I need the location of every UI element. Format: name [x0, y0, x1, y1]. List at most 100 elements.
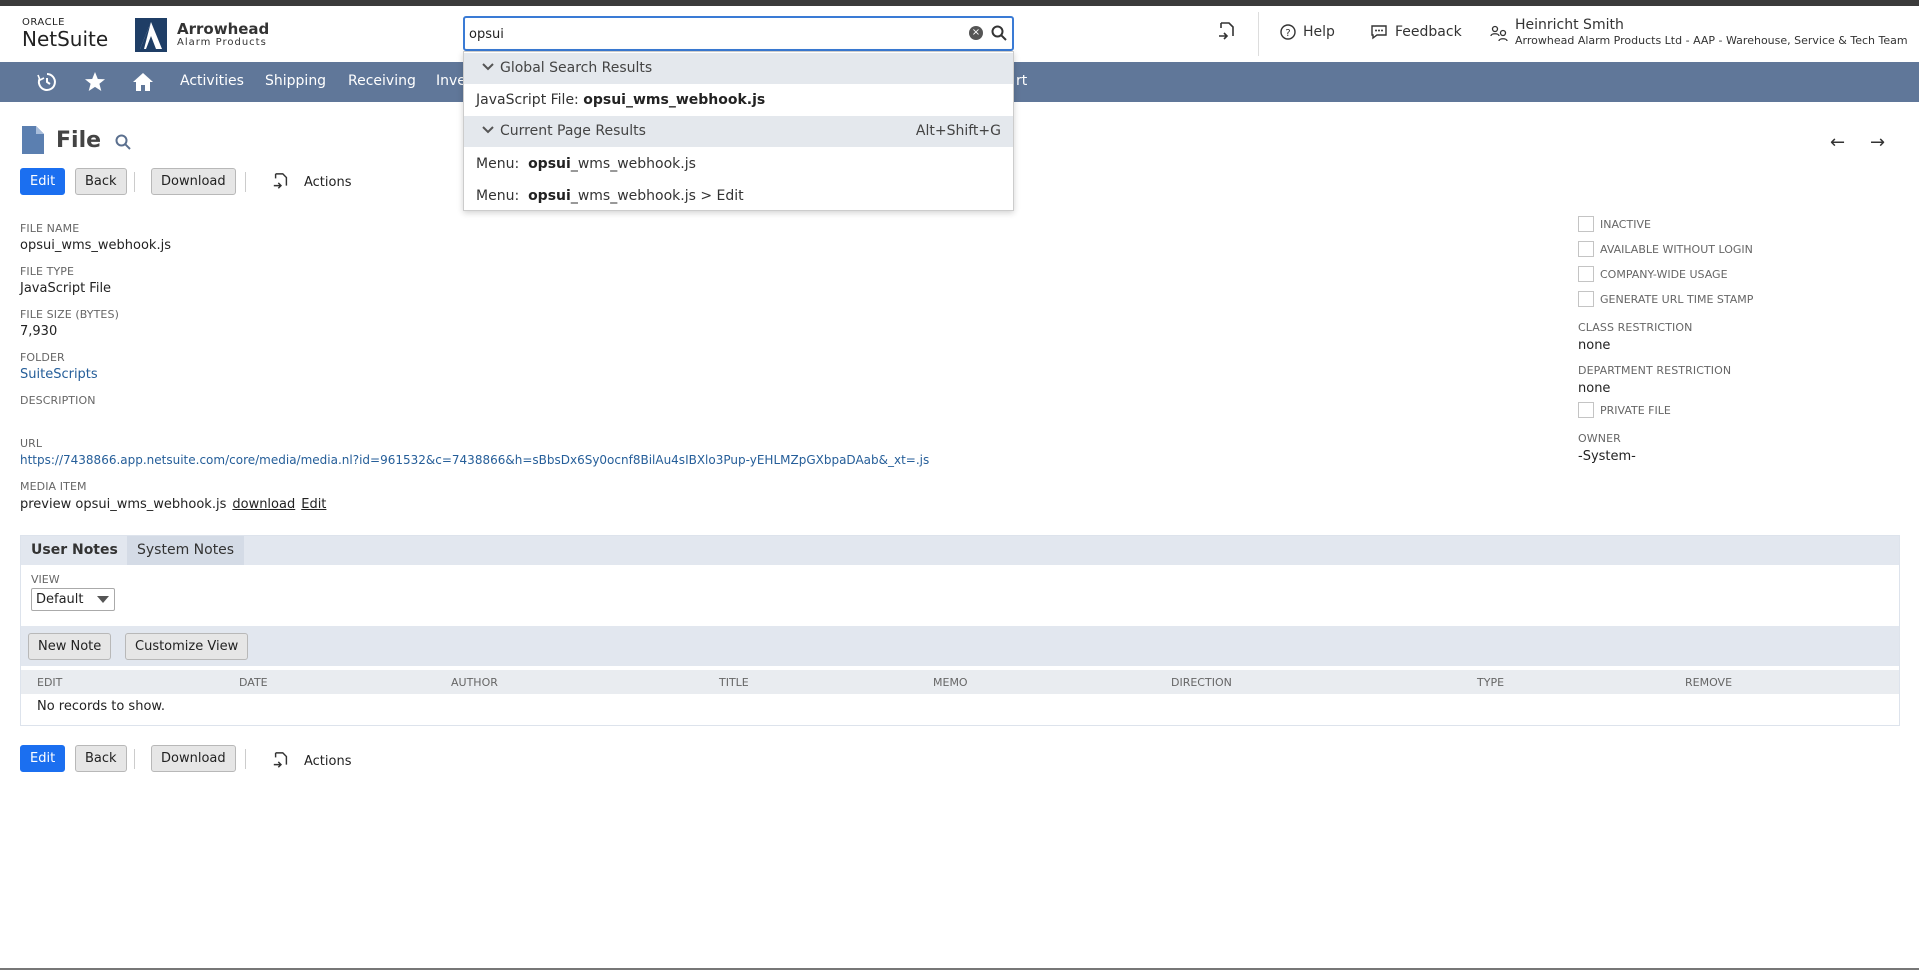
feedback-icon	[1371, 25, 1387, 40]
available-without-login-label: AVAILABLE WITHOUT LOGIN	[1600, 242, 1753, 256]
col-author[interactable]: AUTHOR	[451, 676, 498, 689]
media-preview-text: preview opsui_wms_webhook.js	[20, 497, 227, 512]
media-item-label: MEDIA ITEM	[20, 480, 87, 493]
inactive-checkbox-row[interactable]: INACTIVE	[1578, 216, 1651, 232]
help-link[interactable]: ? Help	[1280, 24, 1335, 40]
actions-menu-bottom[interactable]: Actions	[272, 752, 352, 770]
class-restriction-label: CLASS RESTRICTION	[1578, 321, 1693, 334]
recent-records-icon[interactable]	[1218, 22, 1236, 42]
svg-text:?: ?	[1285, 28, 1290, 39]
url-link[interactable]: https://7438866.app.netsuite.com/core/me…	[20, 453, 929, 467]
nav-shipping[interactable]: Shipping	[265, 73, 326, 89]
view-select-value: Default	[36, 592, 84, 607]
result-rest: _wms_webhook.js > Edit	[570, 188, 744, 204]
tab-user-notes[interactable]: User Notes	[21, 536, 128, 565]
company-wide-usage-checkbox[interactable]	[1578, 266, 1594, 282]
chevron-down-icon	[482, 126, 494, 134]
available-without-login-row[interactable]: AVAILABLE WITHOUT LOGIN	[1578, 241, 1753, 257]
nav-activities[interactable]: Activities	[180, 73, 244, 89]
recent-icon[interactable]	[36, 71, 58, 93]
department-restriction-value: none	[1578, 381, 1611, 396]
private-file-label: PRIVATE FILE	[1600, 403, 1671, 417]
notes-subtab: User Notes System Notes VIEW Default New…	[20, 535, 1900, 726]
user-menu[interactable]: Heinricht Smith Arrowhead Alarm Products…	[1490, 16, 1908, 48]
search-icon[interactable]	[991, 25, 1007, 41]
download-button-bottom[interactable]: Download	[151, 745, 236, 772]
help-icon: ?	[1280, 24, 1296, 40]
result-type: JavaScript File:	[476, 92, 584, 108]
generate-url-time-stamp-checkbox[interactable]	[1578, 291, 1594, 307]
clear-search-icon[interactable]: ×	[969, 26, 983, 40]
tab-system-notes[interactable]: System Notes	[127, 536, 245, 565]
global-search-title: Global Search Results	[500, 60, 653, 76]
col-type[interactable]: TYPE	[1477, 676, 1504, 689]
file-type-label: FILE TYPE	[20, 265, 75, 278]
description-label: DESCRIPTION	[20, 394, 96, 407]
current-page-result-2[interactable]: Menu: opsui_wms_webhook.js > Edit	[476, 188, 744, 204]
folder-link[interactable]: SuiteScripts	[20, 367, 98, 382]
current-page-section[interactable]: Current Page Results Alt+Shift+G	[464, 116, 1013, 147]
shortcut-hint: Alt+Shift+G	[915, 123, 1001, 139]
file-name-label: FILE NAME	[20, 222, 80, 235]
file-size-value: 7,930	[20, 324, 58, 339]
private-file-checkbox[interactable]	[1578, 402, 1594, 418]
favorites-star-icon[interactable]	[84, 71, 106, 93]
view-select[interactable]: Default	[31, 588, 115, 611]
notes-tabs: User Notes System Notes	[21, 536, 1899, 565]
folder-label: FOLDER	[20, 351, 65, 364]
file-name-value: opsui_wms_webhook.js	[20, 238, 171, 253]
search-results-dropdown: Global Search Results JavaScript File: o…	[463, 51, 1014, 211]
toolbar-divider	[245, 749, 246, 769]
global-result-item[interactable]: JavaScript File: opsui_wms_webhook.js	[476, 92, 765, 108]
current-page-result-1[interactable]: Menu: opsui_wms_webhook.js	[476, 156, 696, 172]
file-type-value: JavaScript File	[20, 281, 112, 296]
nav-receiving[interactable]: Receiving	[348, 73, 416, 89]
edit-button[interactable]: Edit	[20, 168, 66, 195]
company-wide-usage-label: COMPANY-WIDE USAGE	[1600, 267, 1728, 281]
col-memo[interactable]: MEMO	[933, 676, 968, 689]
nav-report[interactable]: rt	[1016, 73, 1027, 89]
available-without-login-checkbox[interactable]	[1578, 241, 1594, 257]
col-edit[interactable]: EDIT	[37, 676, 62, 689]
page-title: File	[56, 127, 102, 153]
result-type: Menu:	[476, 156, 524, 172]
nav-inventory[interactable]: Inve	[436, 73, 466, 89]
actions-label: Actions	[304, 753, 352, 769]
inactive-label: INACTIVE	[1600, 217, 1651, 231]
generate-url-time-stamp-row[interactable]: GENERATE URL TIME STAMP	[1578, 291, 1753, 307]
download-button[interactable]: Download	[151, 168, 236, 195]
customize-view-button[interactable]: Customize View	[125, 633, 249, 660]
current-page-title: Current Page Results	[500, 123, 646, 139]
page-title-area: File	[22, 126, 131, 154]
netsuite-wordmark: NetSuite	[22, 27, 109, 51]
global-search-box[interactable]: ×	[463, 16, 1014, 51]
actions-menu[interactable]: Actions	[272, 173, 352, 191]
toolbar-divider	[245, 172, 246, 192]
header-divider	[1258, 12, 1259, 56]
company-wide-usage-row[interactable]: COMPANY-WIDE USAGE	[1578, 266, 1728, 282]
netsuite-logo[interactable]: ORACLE NetSuite	[22, 18, 112, 51]
actions-icon	[273, 173, 288, 189]
feedback-link[interactable]: Feedback	[1370, 24, 1462, 40]
col-title[interactable]: TITLE	[719, 676, 749, 689]
col-date[interactable]: DATE	[239, 676, 268, 689]
role-icon	[1490, 25, 1508, 42]
feedback-label: Feedback	[1395, 24, 1462, 40]
search-record-icon[interactable]	[115, 134, 131, 150]
next-record-arrow-icon[interactable]: →	[1870, 132, 1885, 153]
col-direction[interactable]: DIRECTION	[1171, 676, 1232, 689]
media-edit-link[interactable]: Edit	[301, 497, 326, 512]
class-restriction-value: none	[1578, 338, 1611, 353]
global-search-section[interactable]: Global Search Results	[464, 53, 1013, 84]
global-search-input[interactable]	[469, 23, 949, 45]
new-note-button[interactable]: New Note	[28, 633, 112, 660]
col-remove[interactable]: REMOVE	[1685, 676, 1732, 689]
inactive-checkbox[interactable]	[1578, 216, 1594, 232]
home-icon[interactable]	[131, 71, 155, 93]
back-button[interactable]: Back	[75, 168, 127, 195]
media-download-link[interactable]: download	[232, 497, 295, 512]
previous-record-arrow-icon[interactable]: ←	[1830, 132, 1845, 153]
edit-button-bottom[interactable]: Edit	[20, 745, 66, 772]
back-button-bottom[interactable]: Back	[75, 745, 127, 772]
private-file-row[interactable]: PRIVATE FILE	[1578, 402, 1671, 418]
